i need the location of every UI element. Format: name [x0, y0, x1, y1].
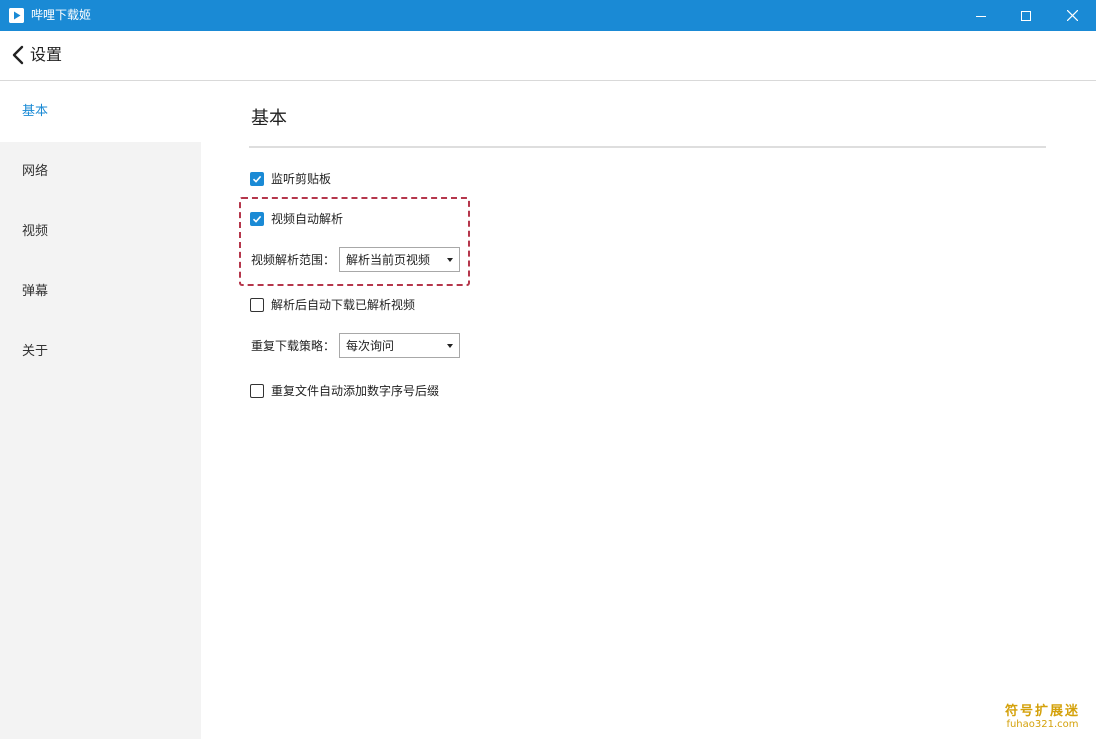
back-label: 设置 [30, 45, 63, 64]
checkbox-checked-icon [250, 171, 264, 186]
watermark-url: fuhao321.com [1006, 719, 1079, 730]
watermark: 符号扩展迷 fuhao321.com [995, 700, 1090, 730]
close-button[interactable] [1049, 0, 1095, 31]
auto-download-checkbox[interactable]: 解析后自动下载已解析视频 [250, 296, 415, 313]
sidebar-item-basic[interactable]: 基本 [0, 82, 201, 142]
section-title: 基本 [251, 108, 287, 129]
checkbox-checked-icon [250, 211, 264, 226]
auto-parse-video-checkbox[interactable]: 视频自动解析 [250, 210, 343, 227]
parse-range-value: 解析当前页视频 [346, 253, 431, 267]
duplicate-policy-select[interactable]: 每次询问 [339, 333, 461, 358]
page-header: 设置 [0, 31, 1096, 81]
auto-download-label: 解析后自动下载已解析视频 [271, 298, 416, 312]
sidebar: 基本 网络 视频 弹幕 关于 [0, 82, 201, 739]
sidebar-item-danmaku[interactable]: 弹幕 [0, 262, 201, 322]
title-bar: 哔哩下载姬 [0, 0, 1096, 31]
parse-range-row: 视频解析范围： 解析当前页视频 [251, 247, 461, 272]
section-divider [249, 146, 1046, 148]
dropdown-arrow-icon [447, 257, 454, 262]
monitor-clipboard-label: 监听剪贴板 [271, 172, 332, 186]
monitor-clipboard-checkbox[interactable]: 监听剪贴板 [250, 170, 331, 187]
app-logo-icon [9, 8, 24, 23]
checkbox-unchecked-icon [250, 297, 264, 312]
settings-content: 基本 监听剪贴板 视频自动解析 视频解析范围： 解析当前页视频 解析后自动下载已… [201, 82, 1096, 739]
sidebar-item-about[interactable]: 关于 [0, 322, 201, 382]
parse-range-select[interactable]: 解析当前页视频 [339, 247, 461, 272]
back-button[interactable]: 设置 [12, 44, 62, 66]
chevron-left-icon [12, 45, 24, 65]
sidebar-item-network[interactable]: 网络 [0, 142, 201, 202]
duplicate-policy-row: 重复下载策略： 每次询问 [251, 333, 461, 358]
window-title: 哔哩下载姬 [31, 8, 92, 22]
dropdown-arrow-icon [447, 343, 454, 348]
sidebar-item-video[interactable]: 视频 [0, 202, 201, 262]
watermark-title: 符号扩展迷 [1004, 704, 1080, 719]
number-suffix-label: 重复文件自动添加数字序号后缀 [271, 384, 440, 398]
duplicate-policy-label: 重复下载策略： [251, 339, 336, 353]
duplicate-policy-value: 每次询问 [346, 339, 395, 353]
number-suffix-checkbox[interactable]: 重复文件自动添加数字序号后缀 [250, 382, 439, 399]
parse-range-label: 视频解析范围： [251, 253, 336, 267]
maximize-button[interactable] [1003, 0, 1049, 31]
minimize-button[interactable] [958, 0, 1004, 31]
checkbox-unchecked-icon [250, 383, 264, 398]
auto-parse-video-label: 视频自动解析 [271, 212, 344, 226]
